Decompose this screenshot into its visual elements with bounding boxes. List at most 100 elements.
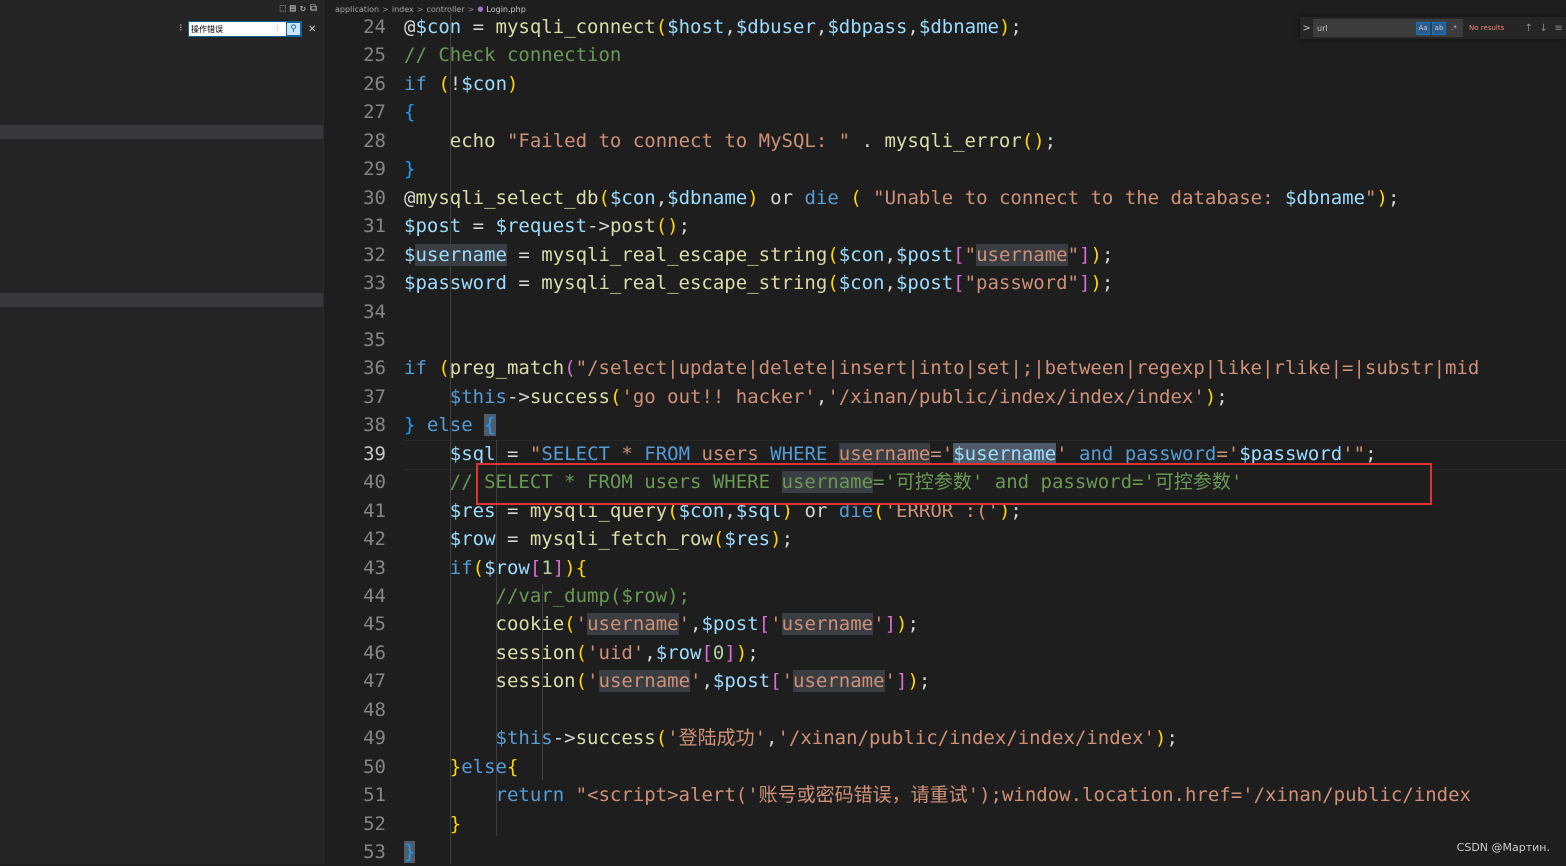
line-number: 35 <box>363 328 386 351</box>
code-line[interactable]: 26 if (!$con) <box>324 70 1566 98</box>
code-text: { <box>404 98 415 126</box>
search-icon[interactable]: ⚲ <box>286 22 301 36</box>
line-number: 33 <box>363 272 386 295</box>
code-line[interactable]: 46 session('uid',$row[0]); <box>324 639 1566 667</box>
new-folder-icon[interactable]: ▤ <box>290 3 296 15</box>
use-regex-button[interactable]: .* <box>1448 23 1460 34</box>
code-line[interactable]: 47 session('username',$post['username'])… <box>324 667 1566 695</box>
code-token: ) <box>896 613 908 636</box>
code-text: } else { <box>404 411 496 439</box>
code-line[interactable]: 50 }else{ <box>324 753 1566 781</box>
line-number: 32 <box>363 243 386 266</box>
code-line[interactable]: 49 $this->success('登陆成功','/xinan/public/… <box>324 724 1566 752</box>
code-token: $this <box>449 385 507 408</box>
line-number: 53 <box>363 841 386 864</box>
line-number: 48 <box>363 698 386 721</box>
code-token: ( <box>827 272 839 295</box>
code-token: $post <box>895 243 954 266</box>
line-number: 49 <box>363 727 386 750</box>
code-token: = <box>461 16 496 38</box>
code-token: , <box>724 16 736 38</box>
code-line[interactable]: 37 $this->success('go out!! hacker','/xi… <box>324 383 1566 411</box>
code-line[interactable]: 34 <box>324 298 1566 326</box>
previous-match-button[interactable]: ↑ <box>1521 23 1536 34</box>
sidebar-hover-row[interactable] <box>0 293 323 307</box>
watermark: CSDN @Мартин. <box>1456 841 1550 854</box>
code-token: session <box>495 670 576 693</box>
code-line[interactable]: 32 $username = mysqli_real_escape_string(… <box>324 241 1566 269</box>
code-token: mysqli_connect <box>495 16 656 38</box>
code-text: $this->success('go out!! hacker','/xinan… <box>404 383 1228 411</box>
code-line[interactable]: 53} <box>324 838 1566 866</box>
code-line[interactable]: 30 @mysqli_select_db($con,$dbname) or die… <box>324 184 1566 212</box>
code-line[interactable]: 36 if (preg_match("/select|update|delete|… <box>324 354 1566 382</box>
sidebar-selected-row[interactable] <box>0 125 323 139</box>
sidebar-search-input[interactable] <box>189 24 269 34</box>
find-in-selection-button[interactable]: ≡ <box>1551 23 1566 34</box>
code-text: return "<script>alert('账号或密码错误，请重试');win… <box>404 781 1471 809</box>
code-token: username <box>976 243 1068 266</box>
refresh-icon[interactable]: ↻ <box>300 3 306 15</box>
code-token: ; <box>1010 16 1022 38</box>
code-line[interactable]: 48 <box>324 696 1566 724</box>
code-text: if (preg_match("/select|update|delete|in… <box>404 354 1479 382</box>
code-token: ) <box>770 528 782 551</box>
code-token: * <box>609 442 645 465</box>
code-token: $con <box>461 72 508 95</box>
code-text: session('username',$post['username']); <box>404 667 930 695</box>
close-icon[interactable]: ✕ <box>308 24 316 35</box>
code-line[interactable]: 44 //var_dump($row); <box>324 582 1566 610</box>
code-line[interactable]: 31 $post = $request->post(); <box>324 212 1566 240</box>
code-line[interactable]: 27 { <box>324 98 1566 126</box>
find-input[interactable] <box>1314 23 1417 33</box>
code-token: '/xinan/public/index/index/index' <box>777 727 1155 750</box>
code-line[interactable]: 25 // Check connection <box>324 41 1566 69</box>
code-token: ( <box>564 357 576 380</box>
code-line[interactable]: 28 echo "Failed to connect to MySQL: " .… <box>324 127 1566 155</box>
new-file-icon[interactable]: ⬚ <box>280 3 286 15</box>
code-text: } <box>404 838 416 866</box>
next-match-button[interactable]: ↓ <box>1536 23 1551 34</box>
code-text: $row = mysqli_fetch_row($res); <box>404 525 793 553</box>
code-token: ; <box>1387 186 1400 209</box>
code-token: " <box>1067 243 1080 266</box>
code-token: $dbname <box>667 186 748 209</box>
code-line[interactable]: 43 if($row[1]){ <box>324 554 1566 582</box>
code-line[interactable]: 51 return "<script>alert('账号或密码错误，请重试');… <box>324 781 1566 809</box>
drag-grip-icon[interactable]: ⠇ <box>176 24 188 34</box>
code-token: ] <box>884 613 897 636</box>
code-token: ( <box>575 641 588 664</box>
code-token: { <box>506 755 519 778</box>
code-editor[interactable]: 24 @$con = mysqli_connect($host,$dbuser,$… <box>324 0 1566 864</box>
filter-icon[interactable]: ⫶ <box>271 24 284 34</box>
collapse-all-icon[interactable]: ⧉ <box>310 3 317 15</box>
code-token: $con <box>838 243 885 266</box>
code-line[interactable]: 42 $row = mysqli_fetch_row($res); <box>324 525 1566 553</box>
match-whole-word-button[interactable]: ab <box>1432 21 1447 35</box>
match-case-button[interactable]: Aa <box>1416 21 1431 35</box>
code-line[interactable]: 38} else { <box>324 411 1566 439</box>
code-token: "Failed to connect to MySQL: " <box>506 129 851 152</box>
code-line[interactable]: 35 <box>324 326 1566 354</box>
code-token: = <box>495 528 530 551</box>
code-token: , <box>701 670 713 693</box>
code-token: ( <box>827 243 839 266</box>
code-token: , <box>690 613 702 636</box>
code-token: '/xinan/public/index/index/index' <box>827 385 1205 408</box>
toggle-replace-icon[interactable]: > <box>1300 23 1313 34</box>
code-line[interactable]: 33 $password = mysqli_real_escape_string(… <box>324 269 1566 297</box>
code-token: username <box>587 613 679 636</box>
code-line[interactable]: 29} <box>324 155 1566 183</box>
code-token: "Unable to connect to the database: <box>873 186 1285 209</box>
code-line[interactable]: 45 cookie('username',$post['username']); <box>324 610 1566 638</box>
code-token: echo <box>449 129 496 152</box>
code-token: ' <box>575 613 588 636</box>
code-line[interactable]: 52 } <box>324 810 1566 838</box>
code-token: , <box>655 186 668 209</box>
